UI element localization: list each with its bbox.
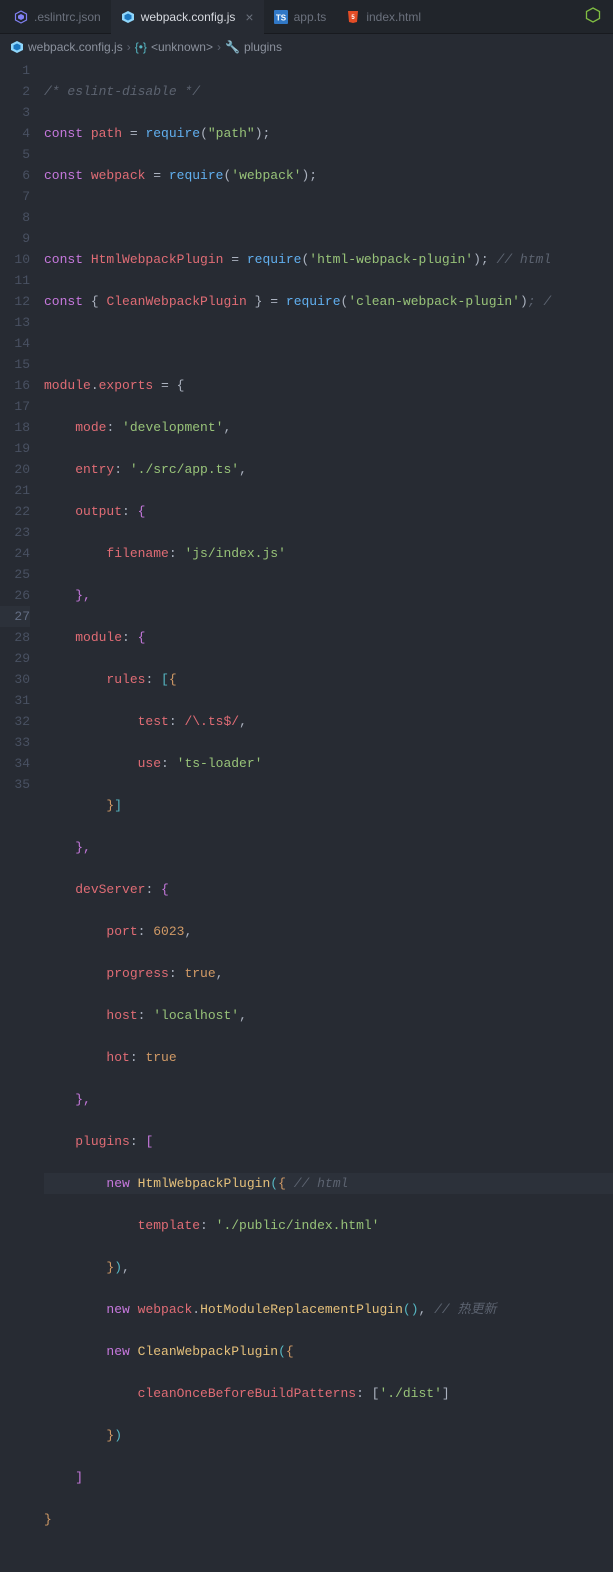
tab-label: index.html <box>366 10 421 24</box>
svg-text:TS: TS <box>275 13 286 22</box>
tab-eslintrc[interactable]: .eslintrc.json <box>4 0 111 34</box>
wrench-icon: 🔧 <box>225 40 240 54</box>
code-editor[interactable]: 12345 678910 1112131415 1617181920 21222… <box>0 60 613 800</box>
tab-label: webpack.config.js <box>141 10 236 24</box>
webpack-icon <box>10 40 24 54</box>
line-gutter: 12345 678910 1112131415 1617181920 21222… <box>0 60 44 800</box>
chevron-right-icon: › <box>127 40 131 54</box>
breadcrumb[interactable]: webpack.config.js › {•} <unknown> › 🔧 pl… <box>0 34 613 60</box>
ts-icon: TS <box>274 10 288 24</box>
tab-webpack-config[interactable]: webpack.config.js × <box>111 0 264 34</box>
webpack-icon <box>121 10 135 24</box>
html-icon: 5 <box>346 10 360 24</box>
code-content[interactable]: /* eslint-disable */ const path = requir… <box>44 60 613 800</box>
tab-label: app.ts <box>294 10 327 24</box>
bracket-icon: {•} <box>135 40 147 54</box>
nodejs-icon[interactable] <box>573 7 613 27</box>
tab-bar: .eslintrc.json webpack.config.js × TS ap… <box>0 0 613 34</box>
eslint-icon <box>14 10 28 24</box>
tab-app-ts[interactable]: TS app.ts <box>264 0 337 34</box>
breadcrumb-section: plugins <box>244 40 282 54</box>
chevron-right-icon: › <box>217 40 221 54</box>
breadcrumb-unknown: <unknown> <box>151 40 213 54</box>
close-icon[interactable]: × <box>245 9 253 25</box>
tab-label: .eslintrc.json <box>34 10 101 24</box>
breadcrumb-file: webpack.config.js <box>28 40 123 54</box>
tab-index-html[interactable]: 5 index.html <box>336 0 431 34</box>
